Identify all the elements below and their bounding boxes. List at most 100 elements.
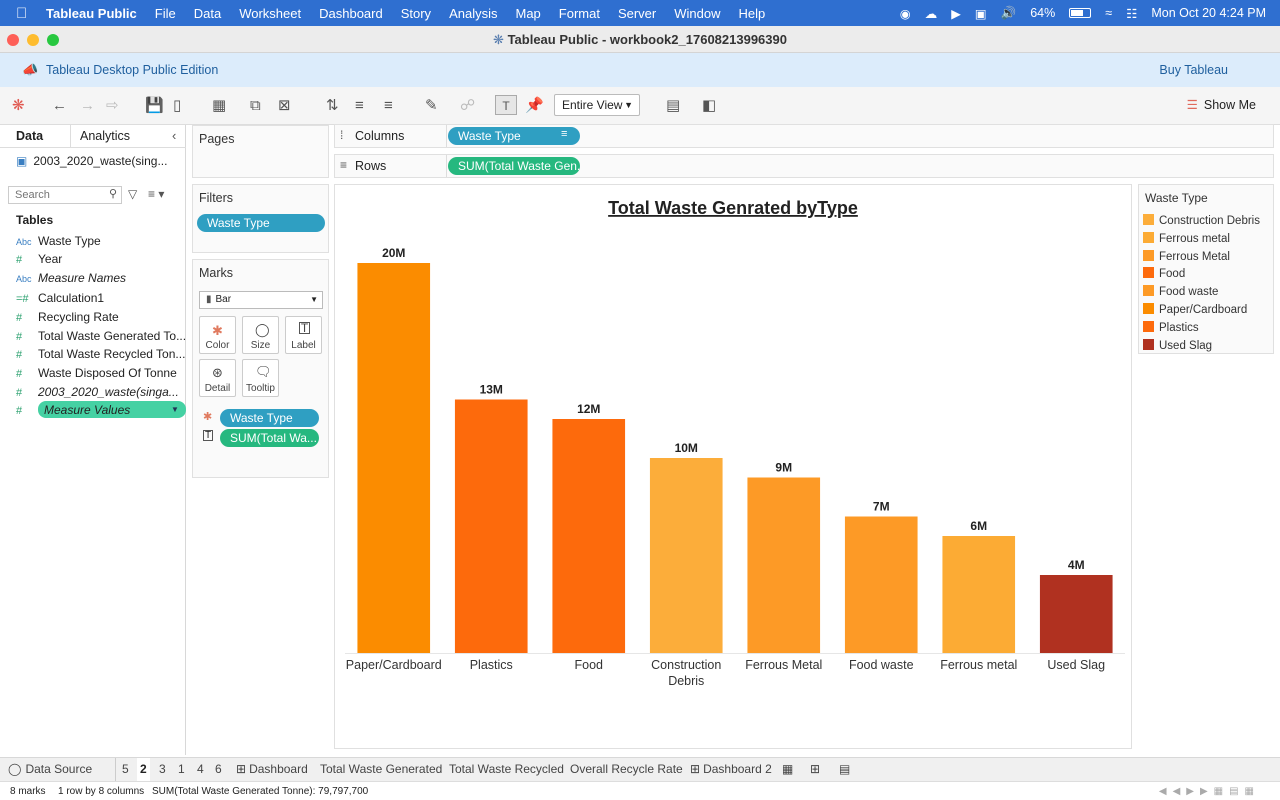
tab-data-source[interactable]: ◯ Data Source xyxy=(8,762,92,776)
wifi-icon[interactable]: ≈ xyxy=(1105,6,1112,20)
size-button[interactable]: ◯ Size xyxy=(242,316,279,354)
color-button[interactable]: ✱ Color xyxy=(199,316,236,354)
fit-dropdown[interactable]: Entire View ▼ xyxy=(554,94,640,116)
legend-item-ferrous-metal[interactable]: Ferrous metal xyxy=(1143,230,1230,248)
clear-sheet-icon[interactable]: ⊠ xyxy=(278,96,291,116)
rows-pill-sum-total[interactable]: SUM(Total Waste Gen.. xyxy=(448,157,580,175)
tab-data[interactable]: Data xyxy=(16,129,43,143)
tab-sheet-1[interactable]: 1 xyxy=(178,762,185,776)
highlight-icon[interactable]: ✎ xyxy=(425,96,438,116)
clock[interactable]: Mon Oct 20 4:24 PM xyxy=(1151,6,1266,20)
label-button[interactable]: T Label xyxy=(285,316,322,354)
bar-used-slag[interactable] xyxy=(1039,575,1113,653)
new-dashboard-tab-icon[interactable]: ⊞ xyxy=(810,762,820,776)
sheet-navigation-icons[interactable]: ◀◀▶▶▦▤▦ xyxy=(1159,786,1260,797)
field-record-count[interactable]: #2003_2020_waste(singa... xyxy=(16,383,179,401)
redo-icon[interactable]: → xyxy=(80,96,95,116)
collapse-icon[interactable]: ‹ xyxy=(172,128,176,143)
control-center-icon[interactable]: ☷ xyxy=(1126,6,1137,21)
label-pill-sum-total[interactable]: SUM(Total Wa... xyxy=(220,429,319,447)
zoom-window-button[interactable] xyxy=(47,34,59,46)
bar-food[interactable] xyxy=(552,419,626,653)
bar-paper-cardboard[interactable] xyxy=(357,263,431,653)
field-year[interactable]: # Year xyxy=(16,250,62,268)
filter-pill-waste-type[interactable]: Waste Type xyxy=(197,214,325,232)
menu-app[interactable]: Tableau Public xyxy=(46,6,137,21)
field-measure-names[interactable]: Abc Measure Names xyxy=(16,269,126,287)
play-icon[interactable]: ▶ xyxy=(951,6,961,21)
menu-format[interactable]: Format xyxy=(559,6,600,21)
new-story-tab-icon[interactable]: ▤ xyxy=(839,762,850,776)
save-icon[interactable]: 💾 xyxy=(145,96,164,116)
tab-sheet-5[interactable]: 5 xyxy=(122,762,129,776)
bar-ferrous-metal[interactable] xyxy=(747,477,821,654)
minimize-window-button[interactable] xyxy=(27,34,39,46)
columns-shelf[interactable]: ⁞ Columns Waste Type ≡ xyxy=(334,124,1274,148)
sort-icon[interactable]: ≡ xyxy=(561,128,567,140)
sort-descending-icon[interactable]: ≡ xyxy=(384,96,393,116)
sort-ascending-icon[interactable]: ≡ xyxy=(355,96,364,116)
legend-item-paper-cardboard[interactable]: Paper/Cardboard xyxy=(1143,301,1247,319)
bar-ferrous-metal[interactable] xyxy=(942,536,1016,653)
field-recycling-rate[interactable]: # Recycling Rate xyxy=(16,308,119,326)
show-me-button[interactable]: ☰ Show Me xyxy=(1187,97,1256,112)
field-waste-disposed[interactable]: # Waste Disposed Of Tonne xyxy=(16,364,177,382)
chevron-down-icon[interactable]: ▼ xyxy=(171,401,179,419)
bar-plastics[interactable] xyxy=(454,399,528,654)
tab-overall-recycle-rate[interactable]: Overall Recycle Rate xyxy=(570,762,683,776)
legend-item-ferrous-metal[interactable]: Ferrous Metal xyxy=(1143,248,1230,266)
field-total-waste-generated[interactable]: # Total Waste Generated To... xyxy=(16,327,186,345)
menu-analysis[interactable]: Analysis xyxy=(449,6,497,21)
buy-tableau-link[interactable]: Buy Tableau xyxy=(1159,63,1228,77)
tab-sheet-4[interactable]: 4 xyxy=(197,762,204,776)
menu-help[interactable]: Help xyxy=(739,6,766,21)
presentation-mode-icon[interactable]: ◧ xyxy=(702,96,716,116)
tab-analytics[interactable]: Analytics xyxy=(80,129,130,143)
search-input[interactable] xyxy=(9,187,99,203)
datasource-item[interactable]: ▣ 2003_2020_waste(sing... xyxy=(16,154,167,168)
group-members-icon[interactable]: ☍ xyxy=(460,96,475,116)
volume-icon[interactable]: 🔊 xyxy=(1001,6,1017,21)
menu-data[interactable]: Data xyxy=(194,6,221,21)
close-window-button[interactable] xyxy=(7,34,19,46)
swap-rows-columns-icon[interactable]: ⇅ xyxy=(326,96,339,116)
menu-file[interactable]: File xyxy=(155,6,176,21)
new-worksheet-icon[interactable]: ▦ xyxy=(212,96,226,116)
legend-item-plastics[interactable]: Plastics xyxy=(1143,319,1199,337)
bar-construction-debris[interactable] xyxy=(649,458,723,653)
legend-item-food[interactable]: Food xyxy=(1143,265,1185,283)
tab-sheet-3[interactable]: 3 xyxy=(159,762,166,776)
tooltip-button[interactable]: 🗨 Tooltip xyxy=(242,359,279,397)
battery-icon[interactable] xyxy=(1069,8,1092,18)
field-measure-values[interactable]: # Measure Values ▼ xyxy=(16,401,186,419)
show-cards-icon[interactable]: ▤ xyxy=(666,96,680,116)
field-total-waste-recycled[interactable]: # Total Waste Recycled Ton... xyxy=(16,345,185,363)
menu-map[interactable]: Map xyxy=(515,6,540,21)
rows-shelf[interactable]: ≡ Rows SUM(Total Waste Gen.. xyxy=(334,154,1274,178)
menu-story[interactable]: Story xyxy=(401,6,431,21)
tab-dashboard-2[interactable]: ⊞ Dashboard 2 xyxy=(690,762,772,776)
legend-item-construction-debris[interactable]: Construction Debris xyxy=(1143,212,1260,230)
tab-total-waste-generated[interactable]: Total Waste Generated xyxy=(320,762,442,776)
tab-dashboard[interactable]: ⊞ Dashboard xyxy=(236,762,308,776)
menu-dashboard[interactable]: Dashboard xyxy=(319,6,383,21)
show-mark-labels-icon[interactable]: T xyxy=(495,95,517,115)
menu-worksheet[interactable]: Worksheet xyxy=(239,6,301,21)
detail-button[interactable]: ⊛ Detail xyxy=(199,359,236,397)
bar-food-waste[interactable] xyxy=(844,516,918,654)
screen-record-icon[interactable]: ◉ xyxy=(900,6,911,21)
filters-card[interactable]: Filters Waste Type xyxy=(192,184,329,253)
mark-type-dropdown[interactable]: ▮ Bar ▼ xyxy=(199,291,323,309)
menu-window[interactable]: Window xyxy=(674,6,720,21)
pin-icon[interactable]: 📌 xyxy=(525,96,544,116)
cloud-icon[interactable]: ☁ xyxy=(925,6,938,21)
run-update-icon[interactable]: ⇨ xyxy=(106,96,119,116)
display-icon[interactable]: ▣ xyxy=(975,6,987,21)
filter-icon[interactable]: ▽ xyxy=(128,187,137,201)
tab-sheet-2-active[interactable]: 2 xyxy=(137,758,150,782)
menu-server[interactable]: Server xyxy=(618,6,656,21)
legend-item-used-slag[interactable]: Used Slag xyxy=(1143,337,1212,355)
pages-card[interactable]: Pages xyxy=(192,125,329,178)
undo-icon[interactable]: ← xyxy=(52,96,67,116)
field-calculation1[interactable]: =# Calculation1 xyxy=(16,289,104,307)
